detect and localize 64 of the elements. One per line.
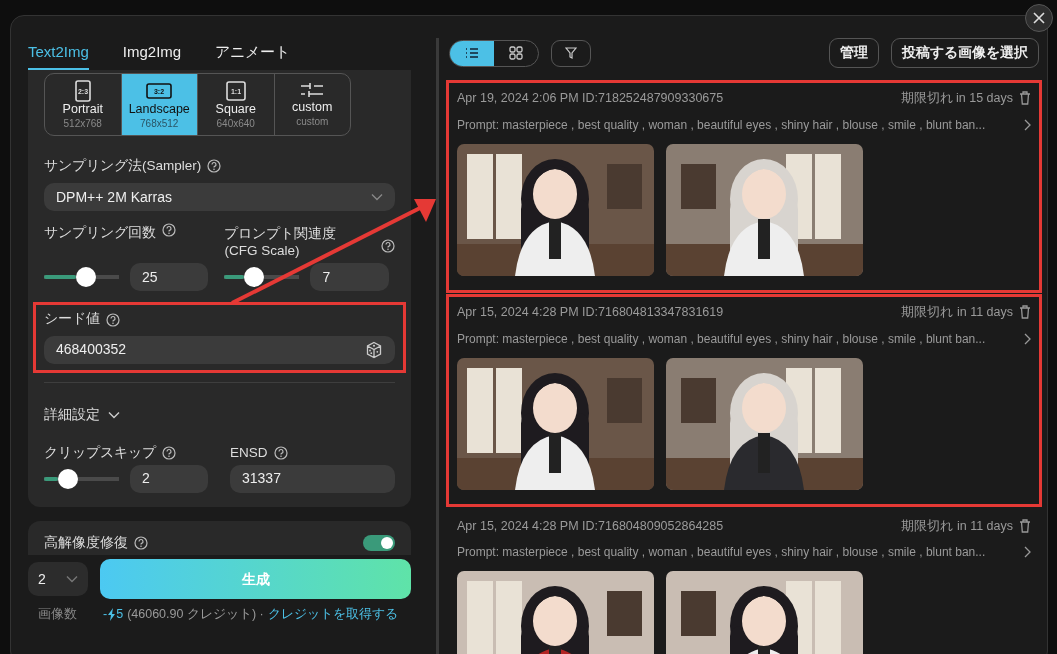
tab[interactable]: アニメート <box>215 40 291 70</box>
help-icon[interactable] <box>106 312 120 327</box>
expiry-text: 期限切れ in 11 days <box>901 517 1013 535</box>
filter-icon <box>565 47 577 60</box>
field-label: ENSD <box>230 443 268 462</box>
dice-icon[interactable] <box>365 340 383 359</box>
sliders-icon <box>299 80 326 100</box>
seed-field[interactable]: 468400352 <box>44 335 395 364</box>
view-toggle[interactable] <box>450 40 494 66</box>
lightning-icon <box>107 608 117 621</box>
sampler-select[interactable]: DPM++ 2M Karras <box>44 183 395 212</box>
expiry-text: 期限切れ in 11 days <box>901 303 1013 321</box>
number-field[interactable]: 7 <box>310 263 390 292</box>
help-icon[interactable] <box>134 536 148 550</box>
tab[interactable]: Img2Img <box>122 40 182 70</box>
prompt-text: Prompt: masterpiece , best quality , woman , beautiful eyes , shiny hair , blouse , smile , blunt ban... <box>457 330 986 348</box>
advanced-settings-toggle[interactable]: 詳細設定 <box>44 404 120 425</box>
toolbar-button[interactable]: 管理 <box>829 38 879 68</box>
entry-meta: Apr 19, 2024 2:06 PM ID:718252487909330675 <box>457 90 724 107</box>
expiry-text: 期限切れ in 15 days <box>900 90 1013 107</box>
trash-icon[interactable] <box>1019 305 1031 320</box>
slider-thumb[interactable] <box>76 267 97 288</box>
help-icon[interactable] <box>273 445 288 460</box>
list-icon <box>465 47 479 59</box>
prompt-text: Prompt: masterpiece , best quality , woman , beautiful eyes , shiny hair , blouse , smile , blunt ban... <box>457 116 986 134</box>
chevron-right-icon[interactable] <box>1023 546 1031 559</box>
help-icon[interactable] <box>162 223 176 238</box>
field-label: クリップスキップ <box>44 443 156 462</box>
aspect-option[interactable]: custom custom <box>274 74 350 136</box>
entry-meta: Apr 15, 2024 4:28 PM ID:716804809052864285 <box>457 517 724 535</box>
field-label: サンプリング回数 <box>44 224 156 243</box>
chevron-down-icon <box>371 193 383 202</box>
field-label: シード値 <box>44 310 100 329</box>
field-label: 高解像度修復 <box>44 533 128 552</box>
count-select[interactable]: 2 <box>28 562 88 597</box>
number-field[interactable]: 2 <box>130 464 208 493</box>
slider-thumb[interactable] <box>244 267 264 288</box>
chevron-down-icon <box>66 575 78 584</box>
prompt-text: Prompt: masterpiece , best quality , woman , beautiful eyes , shiny hair , blouse , smile , blunt ban... <box>457 544 986 562</box>
filter-button[interactable] <box>551 39 591 67</box>
trash-icon[interactable] <box>1019 91 1031 106</box>
toggle-switch[interactable] <box>363 535 395 551</box>
balance-text: (46060.90 クレジット) · <box>127 606 264 624</box>
trash-icon[interactable] <box>1019 518 1031 533</box>
help-icon[interactable] <box>381 239 395 254</box>
chevron-right-icon[interactable] <box>1023 118 1031 131</box>
cost-text: - <box>103 606 108 624</box>
field-label: プロンプト関連度 (CFG Scale) <box>224 224 338 260</box>
help-icon[interactable] <box>162 445 176 460</box>
credits-link[interactable]: クレジットを取得する <box>267 605 398 624</box>
chevron-down-icon <box>108 410 120 419</box>
toolbar-button[interactable]: 投稿する画像を選択 <box>891 38 1039 68</box>
grid-icon <box>509 46 523 60</box>
chevron-right-icon[interactable] <box>1023 332 1031 345</box>
number-field[interactable]: 25 <box>130 263 208 292</box>
cost-text: 5 <box>116 606 124 624</box>
slider-thumb[interactable] <box>57 468 78 489</box>
entry-meta: Apr 15, 2024 4:28 PM ID:716804813347831619 <box>457 303 724 321</box>
text-field[interactable]: 31337 <box>230 464 395 493</box>
help-icon[interactable] <box>207 159 222 174</box>
close-icon <box>1033 12 1045 24</box>
field-label: サンプリング法(Sampler) <box>44 157 202 176</box>
close-button[interactable] <box>1025 4 1053 32</box>
count-label: 画像数 <box>38 606 77 624</box>
